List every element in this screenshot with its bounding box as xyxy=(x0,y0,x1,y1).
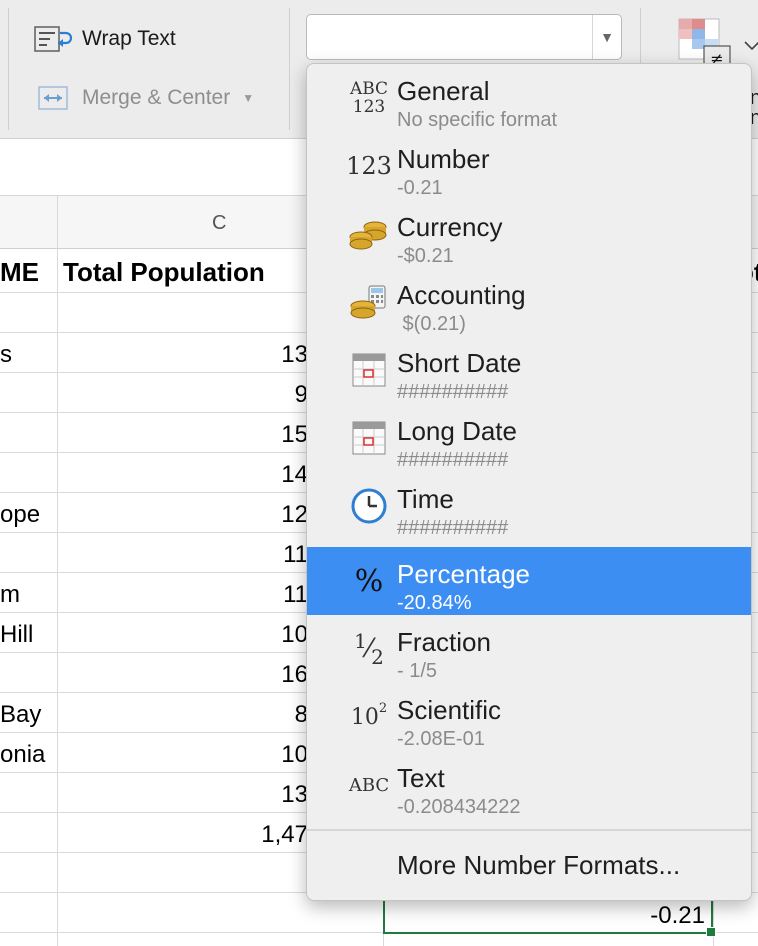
menu-item-sample: -0.21 xyxy=(397,177,443,199)
cell-c[interactable]: 13 xyxy=(281,781,308,809)
cell-c[interactable]: 15 xyxy=(281,421,308,449)
digits-glyph: 123 xyxy=(346,152,392,180)
menu-item-sample: $(0.21) xyxy=(397,313,466,335)
cell-a[interactable]: onia xyxy=(0,741,45,769)
coins-icon xyxy=(345,210,393,258)
menu-item-fraction[interactable]: 1 ⁄ 2 Fraction - 1/5 xyxy=(307,615,751,683)
column-header-c[interactable]: C xyxy=(212,212,226,235)
menu-item-label: Percentage xyxy=(397,559,530,589)
menu-item-label: Accounting xyxy=(397,280,526,310)
dropdown-arrow-icon[interactable]: ▼ xyxy=(592,15,621,59)
cell-c[interactable]: 14 xyxy=(281,461,308,489)
sci-exponent-glyph: 2 xyxy=(378,700,388,716)
cell-c[interactable]: 13 xyxy=(281,341,308,369)
menu-item-sample: -20.84% xyxy=(397,592,472,614)
accounting-icon xyxy=(345,278,393,326)
cell-c[interactable]: 11 xyxy=(283,581,308,609)
dropdown-arrow-icon[interactable] xyxy=(744,40,758,52)
header-cell-c[interactable]: Total Population xyxy=(63,257,265,288)
fraction-icon: 1 ⁄ 2 xyxy=(345,625,393,673)
cell-c[interactable]: 1,47 xyxy=(261,821,308,849)
ribbon-separator xyxy=(8,8,9,130)
fraction-denominator: 2 xyxy=(371,645,384,669)
menu-separator xyxy=(307,829,751,831)
menu-item-scientific[interactable]: 10 2 Scientific -2.08E-01 xyxy=(307,683,751,751)
menu-item-label: Fraction xyxy=(397,627,491,657)
cell-c[interactable]: 10 xyxy=(281,741,308,769)
calendar-icon xyxy=(345,346,393,394)
fill-handle[interactable] xyxy=(706,927,716,937)
menu-item-label: Text xyxy=(397,763,445,793)
menu-item-label: Currency xyxy=(397,212,503,242)
sci-base-glyph: 10 xyxy=(350,704,379,730)
merge-center-icon xyxy=(38,86,68,110)
percent-icon: % xyxy=(345,557,393,605)
cell-a[interactable]: Bay xyxy=(0,701,41,729)
cell-c[interactable]: 12 xyxy=(281,501,308,529)
abc-123-icon: ABC 123 xyxy=(345,74,393,122)
number-format-menu: ABC 123 General No specific format 123 N… xyxy=(306,63,752,901)
abc-glyph: ABC xyxy=(348,774,390,796)
menu-item-sample: ########## xyxy=(397,381,509,403)
menu-item-sample: -2.08E-01 xyxy=(397,728,485,750)
merge-center-button[interactable]: Merge & Center ▼ xyxy=(38,84,254,112)
menu-item-sample: - 1/5 xyxy=(397,660,438,682)
menu-item-sample: ########## xyxy=(397,449,509,471)
scientific-icon: 10 2 xyxy=(345,693,393,741)
menu-item-label: Long Date xyxy=(397,416,517,446)
calendar-icon xyxy=(345,414,393,462)
abc-icon: ABC xyxy=(345,761,393,809)
menu-item-number[interactable]: 123 Number -0.21 xyxy=(307,132,751,200)
123-icon: 123 xyxy=(345,142,393,190)
menu-item-short-date[interactable]: Short Date ########## xyxy=(307,336,751,404)
cell-a[interactable]: Hill xyxy=(0,621,33,649)
menu-item-percentage[interactable]: % Percentage -20.84% xyxy=(307,547,751,615)
menu-item-long-date[interactable]: Long Date ########## xyxy=(307,404,751,472)
cell-c[interactable]: 10 xyxy=(281,621,308,649)
cell-a[interactable]: m xyxy=(0,581,20,609)
menu-item-text[interactable]: ABC Text -0.208434222 xyxy=(307,751,751,819)
menu-item-accounting[interactable]: Accounting $(0.21) xyxy=(307,268,751,336)
percent-glyph: % xyxy=(354,563,384,599)
ribbon-separator xyxy=(289,8,290,130)
wrap-text-button[interactable]: Wrap Text xyxy=(34,24,176,54)
menu-item-label: General xyxy=(397,76,490,106)
menu-item-label: Short Date xyxy=(397,348,522,378)
selected-cell-value: -0.21 xyxy=(650,902,705,929)
cell-c[interactable]: 16 xyxy=(281,661,308,689)
chevron-down-icon: ▼ xyxy=(242,91,255,105)
menu-item-label: Number xyxy=(397,144,490,174)
menu-item-time[interactable]: Time ########## xyxy=(307,472,751,540)
menu-item-sample: -$0.21 xyxy=(397,245,454,267)
more-number-formats-item[interactable]: More Number Formats... xyxy=(397,850,680,881)
merge-center-label: Merge & Center xyxy=(82,86,231,109)
number-format-combobox[interactable]: ▼ xyxy=(306,14,622,60)
menu-item-sample: No specific format xyxy=(397,109,558,131)
menu-item-general[interactable]: ABC 123 General No specific format xyxy=(307,64,751,132)
cell-a[interactable]: s xyxy=(0,341,12,369)
clock-icon xyxy=(345,482,393,530)
abc-glyph: ABC xyxy=(349,79,389,99)
menu-item-currency[interactable]: Currency -$0.21 xyxy=(307,200,751,268)
cell-a[interactable]: ope xyxy=(0,501,40,529)
menu-item-sample: ########## xyxy=(397,517,509,539)
digits-glyph: 123 xyxy=(352,97,386,117)
wrap-text-icon xyxy=(34,26,73,52)
menu-item-label: Time xyxy=(397,484,454,514)
cell-c[interactable]: 11 xyxy=(283,541,308,569)
fraction-numerator: 1 xyxy=(354,629,367,653)
wrap-text-label: Wrap Text xyxy=(82,27,176,50)
header-cell-a[interactable]: ME xyxy=(0,257,39,288)
menu-item-sample: -0.208434222 xyxy=(397,796,521,818)
menu-item-label: Scientific xyxy=(397,695,502,725)
